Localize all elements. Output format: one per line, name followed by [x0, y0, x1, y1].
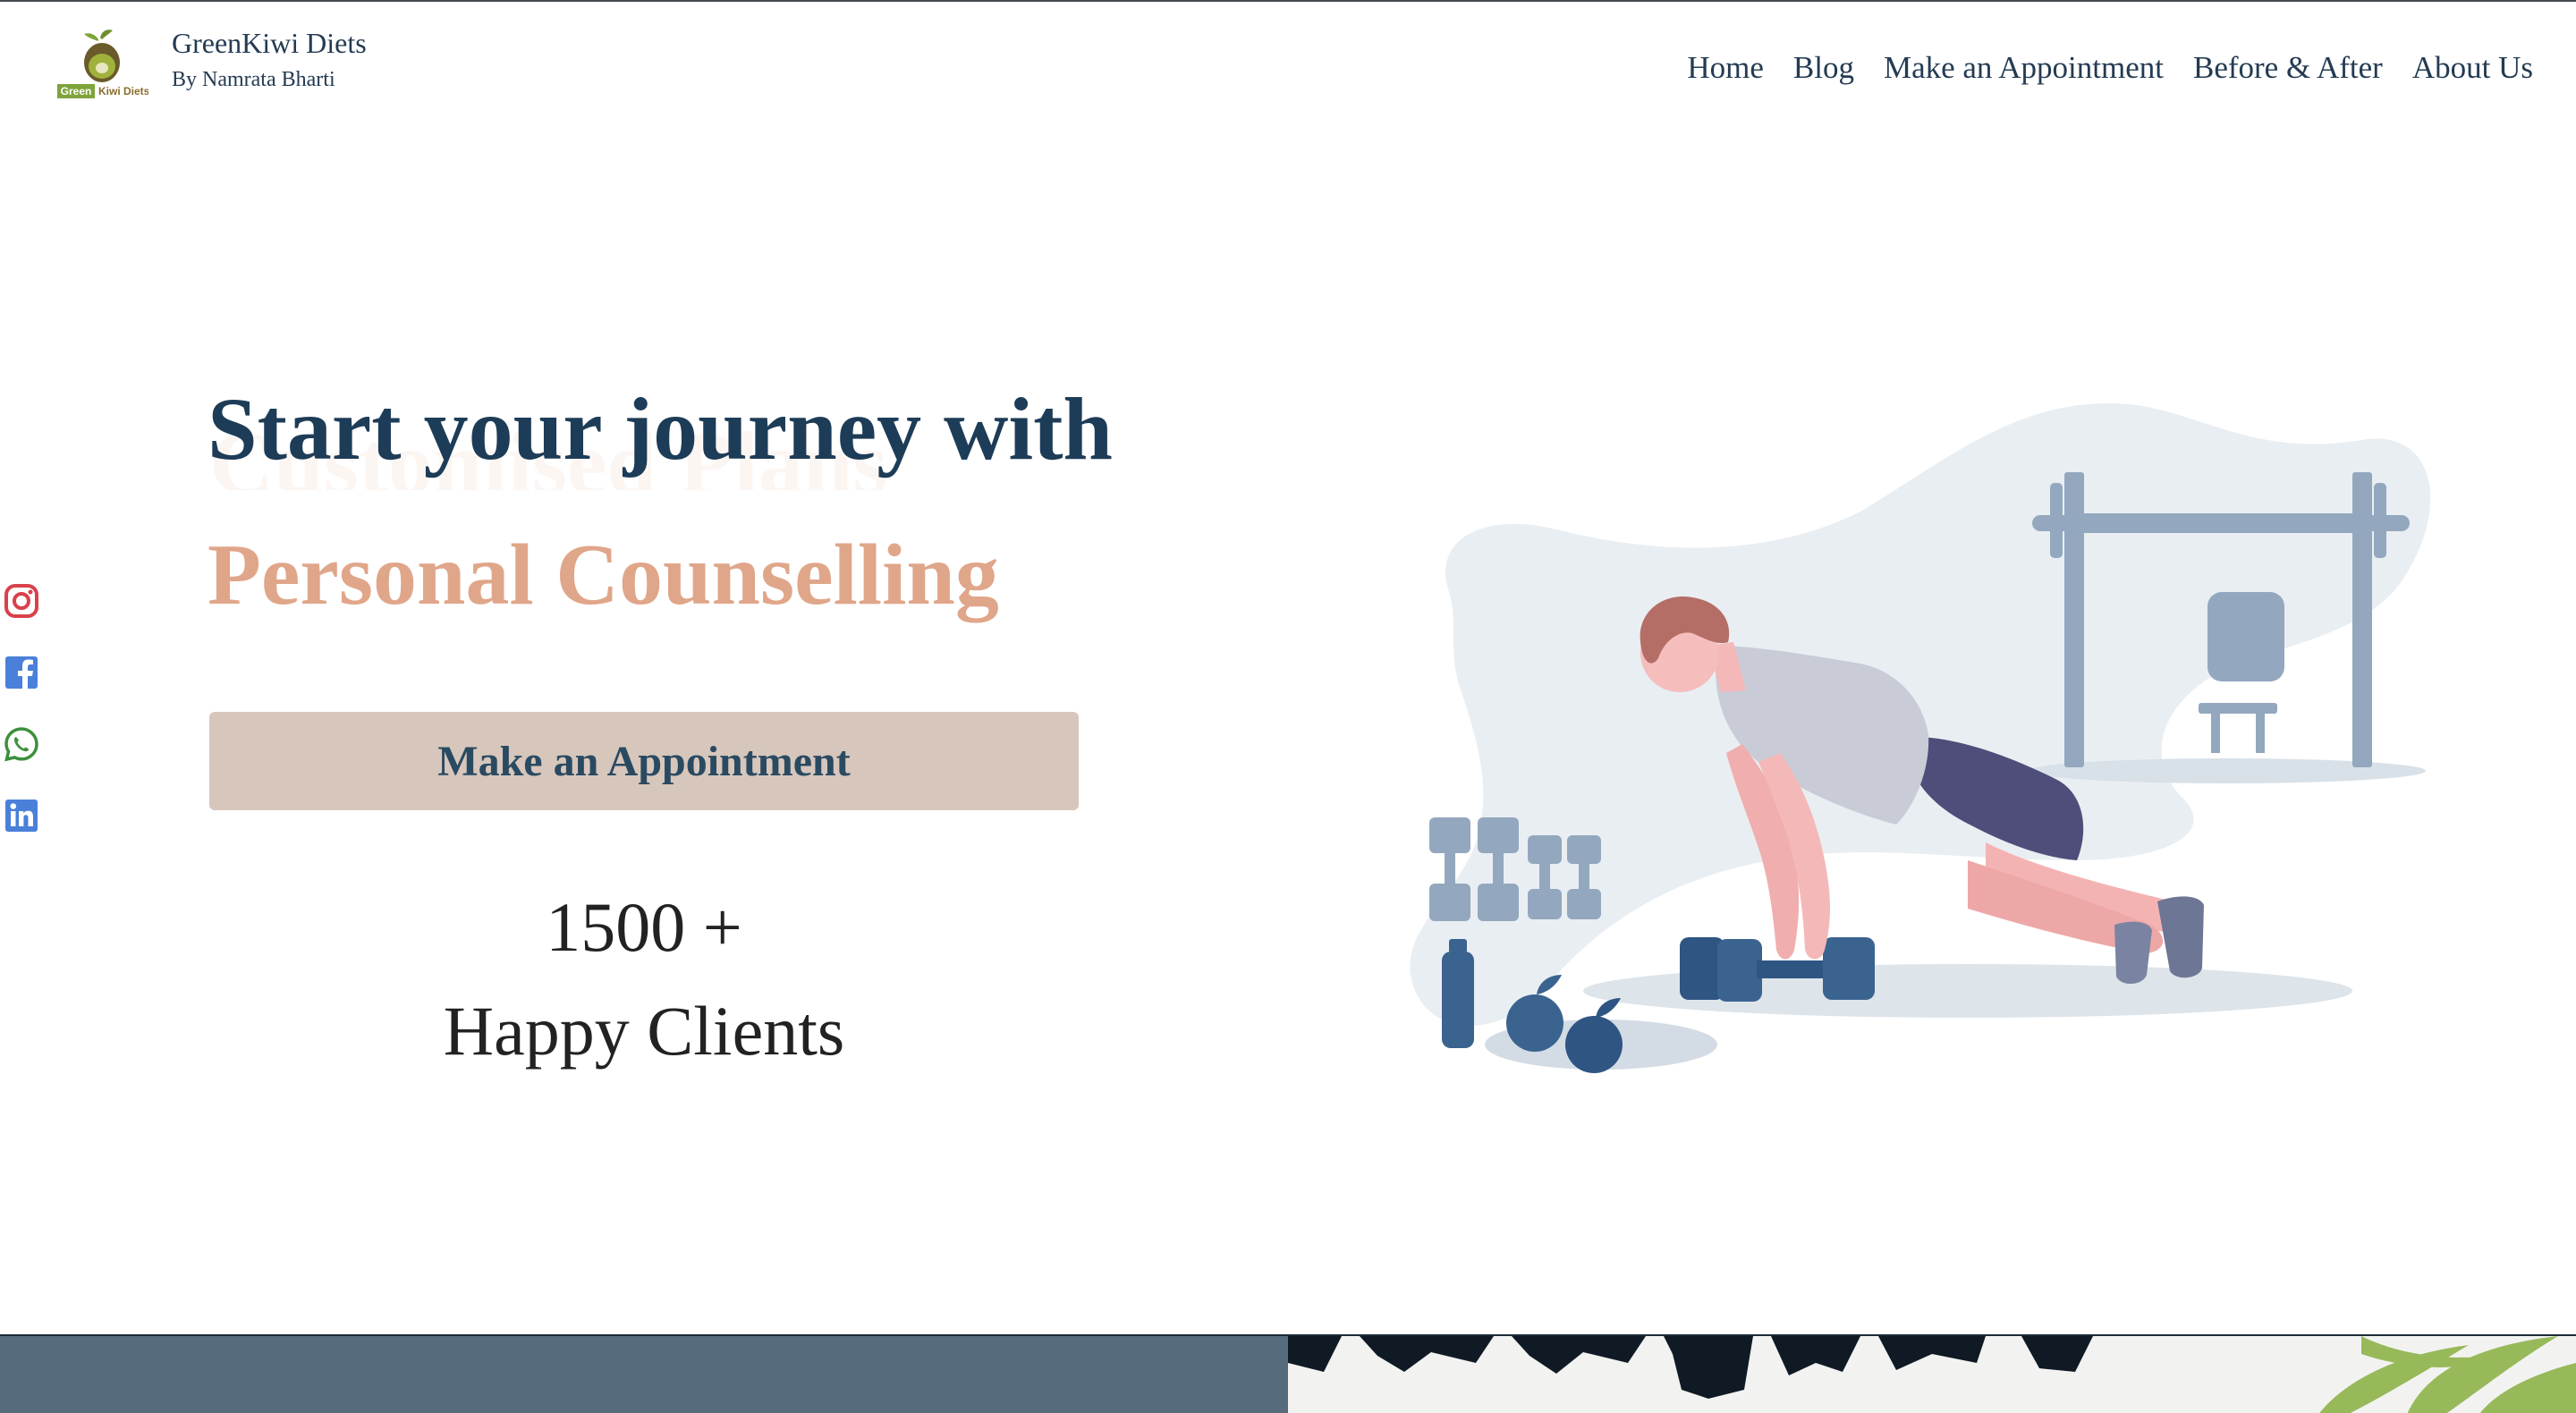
stat-number: 1500 +	[546, 888, 742, 966]
next-section	[0, 1334, 2576, 1413]
logo-text-brown: Kiwi Diets	[98, 85, 148, 97]
site-header: Green Kiwi Diets GreenKiwi Diets By Namr…	[0, 2, 2576, 136]
brand-name[interactable]: GreenKiwi Diets	[172, 27, 367, 60]
logo-text-green: Green	[61, 85, 92, 97]
workout-illustration	[1410, 403, 2431, 1073]
next-section-panel	[0, 1336, 1288, 1413]
brand-subtitle: By Namrata Bharti	[172, 68, 335, 91]
hero-title: Start your journey with	[208, 379, 1114, 478]
main-nav: Home Blog Make an Appointment Before & A…	[1687, 50, 2533, 86]
signage-photo-image	[1288, 1336, 2576, 1413]
make-appointment-button[interactable]: Make an Appointment	[209, 712, 1079, 810]
nav-item-make-appointment[interactable]: Make an Appointment	[1884, 50, 2164, 86]
kiwi-logo-icon[interactable]: Green Kiwi Diets	[55, 25, 148, 102]
whatsapp-icon[interactable]	[4, 726, 39, 762]
nav-item-about-us[interactable]: About Us	[2412, 50, 2533, 86]
nav-item-blog[interactable]: Blog	[1793, 50, 1854, 86]
nav-item-home[interactable]: Home	[1687, 50, 1764, 86]
stat-label: Happy Clients	[443, 992, 845, 1070]
next-section-photo	[1288, 1336, 2576, 1413]
water-bottle	[1442, 939, 1474, 1048]
page: Green Kiwi Diets GreenKiwi Diets By Namr…	[0, 0, 2576, 1413]
linkedin-icon[interactable]	[4, 798, 39, 833]
hero-rotating-text: Personal Counselling	[208, 527, 999, 623]
facebook-icon[interactable]	[4, 655, 39, 690]
social-links	[4, 583, 39, 869]
instagram-icon[interactable]	[4, 583, 39, 619]
nav-item-before-after[interactable]: Before & After	[2193, 50, 2383, 86]
